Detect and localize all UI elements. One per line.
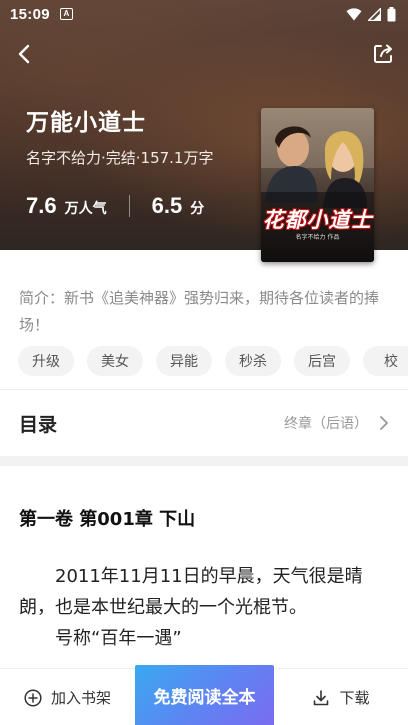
score-unit: 分 xyxy=(190,201,205,217)
score-value: 6.5 xyxy=(151,193,183,218)
popularity-value: 7.6 xyxy=(26,193,57,218)
back-arrow-icon[interactable] xyxy=(13,42,37,66)
status-time: 15:09 xyxy=(10,5,50,23)
popularity-stat: 7.6 万人气 xyxy=(26,193,107,219)
tag-chip[interactable]: 升级 xyxy=(18,346,74,376)
download-icon xyxy=(314,689,329,705)
share-icon[interactable] xyxy=(371,42,395,66)
tag-chip[interactable]: 美女 xyxy=(87,346,143,376)
signal-icon xyxy=(368,7,381,21)
wifi-icon xyxy=(346,7,362,20)
add-circle-icon xyxy=(24,688,42,707)
book-synopsis[interactable]: 简介：新书《追美神器》强势归来，期待各位读者的捧场！ xyxy=(19,285,391,339)
stat-divider xyxy=(128,195,130,217)
table-of-contents-row[interactable]: 目录 终章（后语） xyxy=(0,390,408,456)
tag-chip[interactable]: 校 xyxy=(363,346,408,376)
score-stat: 6.5 分 xyxy=(152,193,205,219)
chapter-paragraph: 2011年11月11日的早晨，天气很是晴朗，也是本世纪最大的一个光棍节。 xyxy=(19,566,363,618)
book-meta: 名字不给力·完结·157.1万字 xyxy=(26,149,214,167)
tag-list: 升级 美女 异能 秒杀 后宫 校 xyxy=(18,346,408,378)
download-button[interactable]: 下载 xyxy=(274,669,408,725)
chevron-right-icon xyxy=(380,416,388,430)
book-cover[interactable]: 花都小道士 名字不给力 作品 xyxy=(261,108,374,262)
popularity-unit: 万人气 xyxy=(64,201,107,217)
tag-chip[interactable]: 异能 xyxy=(156,346,212,376)
add-to-shelf-label: 加入书架 xyxy=(50,689,111,707)
read-free-button[interactable]: 免费阅读全本 xyxy=(135,665,274,725)
battery-icon xyxy=(387,6,396,21)
app-notification-icon: A xyxy=(59,8,73,20)
add-to-shelf-button[interactable]: 加入书架 xyxy=(0,669,135,725)
cover-title: 花都小道士 xyxy=(262,208,373,232)
latest-chapter: 终章（后语） xyxy=(284,416,368,432)
status-bar: 15:09 A xyxy=(0,0,408,28)
download-label: 下载 xyxy=(339,689,370,707)
chapter-title: 第一卷 第001章 下山 xyxy=(19,509,196,530)
section-divider xyxy=(0,456,408,466)
tag-chip[interactable]: 秒杀 xyxy=(225,346,281,376)
status-icons xyxy=(346,6,396,22)
toc-label: 目录 xyxy=(19,413,58,436)
book-stats: 7.6 万人气 6.5 分 xyxy=(26,193,204,219)
cover-author: 名字不给力 作品 xyxy=(295,234,340,241)
tag-chip[interactable]: 后宫 xyxy=(294,346,350,376)
book-title: 万能小道士 xyxy=(26,110,146,136)
